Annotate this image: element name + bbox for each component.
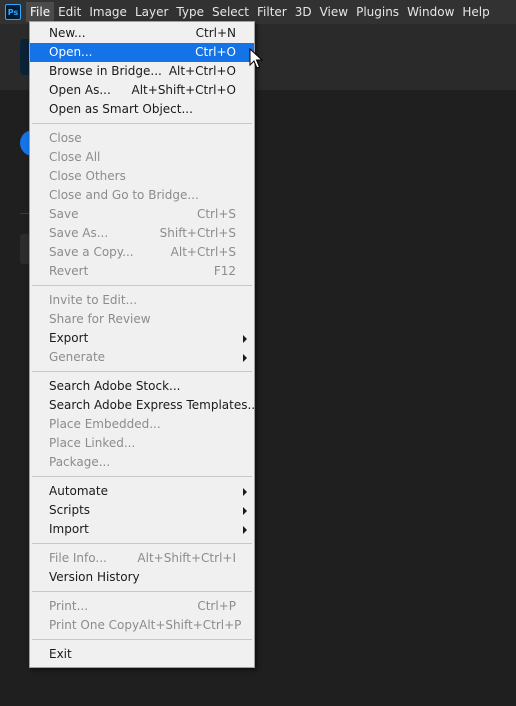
menu-item-label: Open As... [49,83,111,97]
photoshop-logo-icon[interactable]: Ps [5,4,21,20]
menu-item-import[interactable]: Import [30,520,254,539]
menu-item-label: Save a Copy... [49,245,134,259]
menu-item-export[interactable]: Export [30,329,254,348]
menu-item-exit[interactable]: Exit [30,645,254,664]
menu-item-shortcut: Alt+Shift+Ctrl+I [137,551,236,565]
menu-edit[interactable]: Edit [54,2,85,22]
menu-item-shortcut: Ctrl+N [195,26,236,40]
menu-item-close-and-go-to-bridge[interactable]: Close and Go to Bridge... [30,186,254,205]
menu-item-label: Generate [49,350,106,364]
menu-item-label: Save As... [49,226,109,240]
menu-item-new[interactable]: New... Ctrl+N [30,24,254,43]
menu-type[interactable]: Type [172,2,208,22]
submenu-arrow-icon [243,507,247,515]
menu-window[interactable]: Window [403,2,458,22]
menu-item-label: Package... [49,455,111,469]
menu-separator [32,543,252,544]
menu-item-save[interactable]: Save Ctrl+S [30,205,254,224]
menu-item-label: Open... [49,45,93,59]
menu-item-save-a-copy[interactable]: Save a Copy... Alt+Ctrl+S [30,243,254,262]
menu-item-scripts[interactable]: Scripts [30,501,254,520]
menu-item-label: Import [49,522,89,536]
menu-item-label: Version History [49,570,140,584]
menu-item-label: Scripts [49,503,91,517]
menu-item-label: Exit [49,647,72,661]
menu-item-open-as-smart-object[interactable]: Open as Smart Object... [30,100,254,119]
file-menu-dropdown: New... Ctrl+N Open... Ctrl+O Browse in Bridg… [29,21,259,668]
menu-item-generate[interactable]: Generate [30,348,254,367]
submenu-arrow-icon [243,335,247,343]
menu-item-search-adobe-express-templates[interactable]: Search Adobe Express Templates... [30,396,259,415]
menu-item-shortcut: Ctrl+S [196,207,236,221]
menu-item-label: Close [49,131,82,145]
menu-item-label: Print... [49,599,89,613]
menu-item-label: Browse in Bridge... [49,64,162,78]
menu-separator [32,123,252,124]
menu-item-label: Search Adobe Stock... [49,379,181,393]
menu-item-print[interactable]: Print... Ctrl+P [30,597,254,616]
menu-plugins[interactable]: Plugins [352,2,403,22]
menu-item-label: Close Others [49,169,126,183]
menu-item-label: Place Linked... [49,436,136,450]
menu-item-place-linked[interactable]: Place Linked... [30,434,254,453]
menu-item-print-one-copy[interactable]: Print One Copy Alt+Shift+Ctrl+P [30,616,254,635]
menu-select[interactable]: Select [208,2,253,22]
menu-item-shortcut: Ctrl+O [195,45,236,59]
menu-image[interactable]: Image [85,2,131,22]
menu-item-automate[interactable]: Automate [30,482,254,501]
menu-bar-items: File Edit Image Layer Type Select Filter 3D View… [26,2,494,22]
menu-item-save-as[interactable]: Save As... Shift+Ctrl+S [30,224,254,243]
menu-item-label: Open as Smart Object... [49,102,193,116]
menu-item-open-as[interactable]: Open As... Alt+Shift+Ctrl+O [30,81,254,100]
menu-3d[interactable]: 3D [291,2,316,22]
menu-item-label: Print One Copy [49,618,140,632]
menu-item-label: Invite to Edit... [49,293,138,307]
menu-item-label: File Info... [49,551,107,565]
menu-item-shortcut: Alt+Shift+Ctrl+P [139,618,242,632]
menu-item-package[interactable]: Package... [30,453,254,472]
mouse-cursor-icon [249,48,263,69]
menu-item-version-history[interactable]: Version History [30,568,254,587]
menu-item-browse-in-bridge[interactable]: Browse in Bridge... Alt+Ctrl+O [30,62,254,81]
menu-item-label: Place Embedded... [49,417,161,431]
menu-separator [32,639,252,640]
menu-separator [32,476,252,477]
menu-item-shortcut: Shift+Ctrl+S [159,226,236,240]
submenu-arrow-icon [243,354,247,362]
menu-item-revert[interactable]: Revert F12 [30,262,254,281]
menu-item-label: Share for Review [49,312,151,326]
submenu-arrow-icon [243,488,247,496]
menu-item-place-embedded[interactable]: Place Embedded... [30,415,254,434]
menu-item-label: Revert [49,264,89,278]
menu-help[interactable]: Help [458,2,493,22]
menu-item-label: Close and Go to Bridge... [49,188,199,202]
menu-item-label: Export [49,331,89,345]
menu-separator [32,591,252,592]
menu-item-label: Close All [49,150,101,164]
menu-item-close-others[interactable]: Close Others [30,167,254,186]
menu-item-close[interactable]: Close [30,129,254,148]
menu-item-invite-to-edit[interactable]: Invite to Edit... [30,291,254,310]
menu-item-close-all[interactable]: Close All [30,148,254,167]
menu-item-label: Search Adobe Express Templates... [49,398,259,412]
menu-item-search-adobe-stock[interactable]: Search Adobe Stock... [30,377,254,396]
submenu-arrow-icon [243,526,247,534]
menu-view[interactable]: View [316,2,352,22]
menu-filter[interactable]: Filter [253,2,291,22]
menu-item-open[interactable]: Open... Ctrl+O [30,43,254,62]
menu-item-share-for-review[interactable]: Share for Review [30,310,254,329]
menu-separator [32,285,252,286]
menu-layer[interactable]: Layer [131,2,172,22]
menu-item-label: New... [49,26,86,40]
menu-item-shortcut: Ctrl+P [197,599,236,613]
menu-file[interactable]: File [26,2,55,22]
menu-item-shortcut: Alt+Ctrl+S [170,245,236,259]
menu-item-shortcut: Alt+Shift+Ctrl+O [131,83,236,97]
menu-item-label: Save [49,207,79,221]
menu-separator [32,371,252,372]
menu-item-file-info[interactable]: File Info... Alt+Shift+Ctrl+I [30,549,254,568]
menu-item-shortcut: Alt+Ctrl+O [168,64,236,78]
menu-item-label: Automate [49,484,108,498]
menu-item-shortcut: F12 [213,264,236,278]
